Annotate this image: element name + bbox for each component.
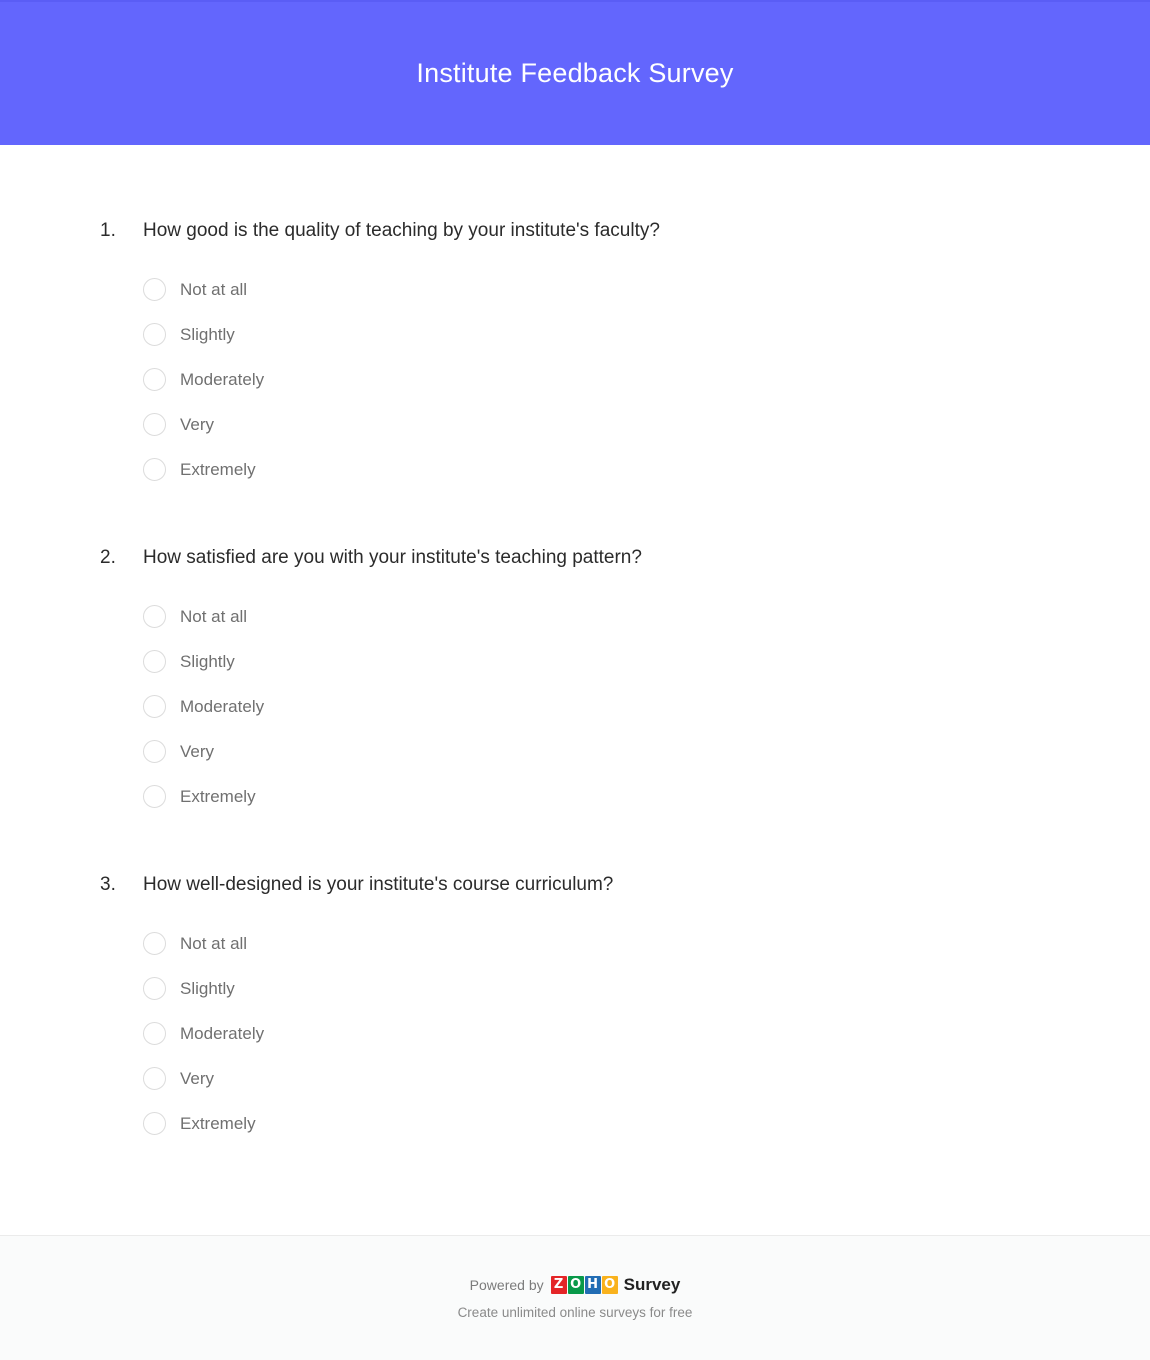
radio-option-2-2[interactable]: Slightly [143, 639, 1050, 684]
option-label: Extremely [180, 1113, 256, 1133]
radio-option-3-4[interactable]: Very [143, 1056, 1050, 1101]
radio-circle-icon[interactable] [143, 1112, 166, 1135]
radio-option-2-1[interactable]: Not at all [143, 594, 1050, 639]
question-text-2: How satisfied are you with your institut… [143, 547, 642, 568]
brand-survey-word: Survey [623, 1274, 681, 1294]
radio-circle-icon[interactable] [143, 278, 166, 301]
survey-body: 1. How good is the quality of teaching b… [0, 145, 1150, 1235]
powered-by-label: Powered by [469, 1276, 544, 1293]
radio-option-3-2[interactable]: Slightly [143, 966, 1050, 1011]
zoho-logo-letter-h: H [584, 1275, 601, 1294]
option-label: Moderately [180, 369, 265, 389]
radio-option-3-3[interactable]: Moderately [143, 1011, 1050, 1056]
radio-circle-icon[interactable] [143, 932, 166, 955]
radio-option-1-2[interactable]: Slightly [143, 312, 1050, 357]
radio-option-3-1[interactable]: Not at all [143, 921, 1050, 966]
option-label: Extremely [180, 459, 256, 479]
survey-footer: Powered by Z O H O Survey Create unlimit… [0, 1235, 1150, 1360]
radio-circle-icon[interactable] [143, 977, 166, 1000]
option-list-3: Not at all Slightly Moderately Very Extr… [100, 921, 1050, 1146]
question-number-2: 2. [100, 547, 116, 568]
question-block-3: 3. How well-designed is your institute's… [0, 871, 1150, 1146]
option-label: Slightly [180, 651, 235, 671]
radio-option-1-3[interactable]: Moderately [143, 357, 1050, 402]
question-text-3: How well-designed is your institute's co… [143, 874, 614, 895]
survey-header-banner: Institute Feedback Survey [0, 0, 1150, 145]
question-block-2: 2. How satisfied are you with your insti… [0, 544, 1150, 819]
option-label: Not at all [180, 933, 248, 953]
zoho-logo-icon: Z O H O [550, 1275, 618, 1294]
question-number-1: 1. [100, 220, 116, 241]
radio-circle-icon[interactable] [143, 740, 166, 763]
radio-circle-icon[interactable] [143, 368, 166, 391]
question-heading-3: 3. How well-designed is your institute's… [100, 871, 1050, 899]
option-label: Very [180, 414, 215, 434]
question-number-3: 3. [100, 874, 116, 895]
option-label: Extremely [180, 786, 256, 806]
radio-circle-icon[interactable] [143, 605, 166, 628]
radio-circle-icon[interactable] [143, 458, 166, 481]
option-label: Moderately [180, 696, 265, 716]
question-text-1: How good is the quality of teaching by y… [143, 220, 660, 241]
radio-option-2-4[interactable]: Very [143, 729, 1050, 774]
radio-option-3-5[interactable]: Extremely [143, 1101, 1050, 1146]
option-label: Very [180, 1068, 215, 1088]
option-list-2: Not at all Slightly Moderately Very Extr… [100, 594, 1050, 819]
option-label: Not at all [180, 606, 248, 626]
zoho-logo-letter-o1: O [567, 1275, 584, 1294]
radio-circle-icon[interactable] [143, 1022, 166, 1045]
option-label: Slightly [180, 324, 235, 344]
option-list-1: Not at all Slightly Moderately Very Extr… [100, 267, 1050, 492]
radio-option-1-1[interactable]: Not at all [143, 267, 1050, 312]
footer-tagline: Create unlimited online surveys for free [457, 1304, 693, 1320]
radio-circle-icon[interactable] [143, 695, 166, 718]
powered-by-row: Powered by Z O H O Survey [469, 1274, 681, 1295]
radio-circle-icon[interactable] [143, 413, 166, 436]
option-label: Not at all [180, 279, 248, 299]
radio-circle-icon[interactable] [143, 785, 166, 808]
radio-option-1-4[interactable]: Very [143, 402, 1050, 447]
question-block-1: 1. How good is the quality of teaching b… [0, 217, 1150, 492]
question-heading-2: 2. How satisfied are you with your insti… [100, 544, 1050, 572]
survey-page: Institute Feedback Survey 1. How good is… [0, 0, 1150, 1360]
question-heading-1: 1. How good is the quality of teaching b… [100, 217, 1050, 245]
radio-option-1-5[interactable]: Extremely [143, 447, 1050, 492]
option-label: Moderately [180, 1023, 265, 1043]
zoho-logo-letter-o2: O [601, 1275, 618, 1294]
radio-option-2-5[interactable]: Extremely [143, 774, 1050, 819]
radio-option-2-3[interactable]: Moderately [143, 684, 1050, 729]
page-title: Institute Feedback Survey [416, 58, 734, 89]
radio-circle-icon[interactable] [143, 650, 166, 673]
radio-circle-icon[interactable] [143, 323, 166, 346]
zoho-logo-letter-z: Z [550, 1275, 567, 1294]
option-label: Very [180, 741, 215, 761]
option-label: Slightly [180, 978, 235, 998]
question-list: 1. How good is the quality of teaching b… [0, 145, 1150, 1146]
radio-circle-icon[interactable] [143, 1067, 166, 1090]
